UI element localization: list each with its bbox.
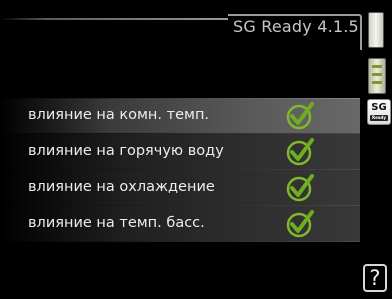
option-row-room-temp[interactable]: влияние на комн. темп.: [0, 98, 360, 134]
option-label: влияние на горячую воду: [28, 143, 224, 159]
sg-ready-screen: SG Ready 4.1.5 SG Ready влияние на комн.…: [0, 0, 392, 299]
scrollbar[interactable]: [368, 12, 384, 48]
checkbox-checked-icon[interactable]: [283, 135, 317, 169]
option-row-pool-temp[interactable]: влияние на темп. басс.: [0, 206, 360, 242]
temperature-gauge-icon[interactable]: [368, 58, 386, 94]
checkbox-checked-icon[interactable]: [283, 207, 317, 241]
option-row-hot-water[interactable]: влияние на горячую воду: [0, 134, 360, 170]
option-label: влияние на комн. темп.: [28, 107, 210, 123]
page-title: SG Ready 4.1.5: [233, 17, 359, 36]
header-line: [0, 18, 228, 20]
option-label: влияние на темп. басс.: [28, 215, 205, 231]
option-row-cooling[interactable]: влияние на охлаждение: [0, 170, 360, 206]
checkbox-checked-icon[interactable]: [283, 171, 317, 205]
sg-ready-icon: SG Ready: [367, 99, 391, 125]
option-label: влияние на охлаждение: [28, 179, 215, 195]
help-button[interactable]: ?: [363, 264, 387, 292]
checkbox-checked-icon[interactable]: [283, 99, 317, 133]
